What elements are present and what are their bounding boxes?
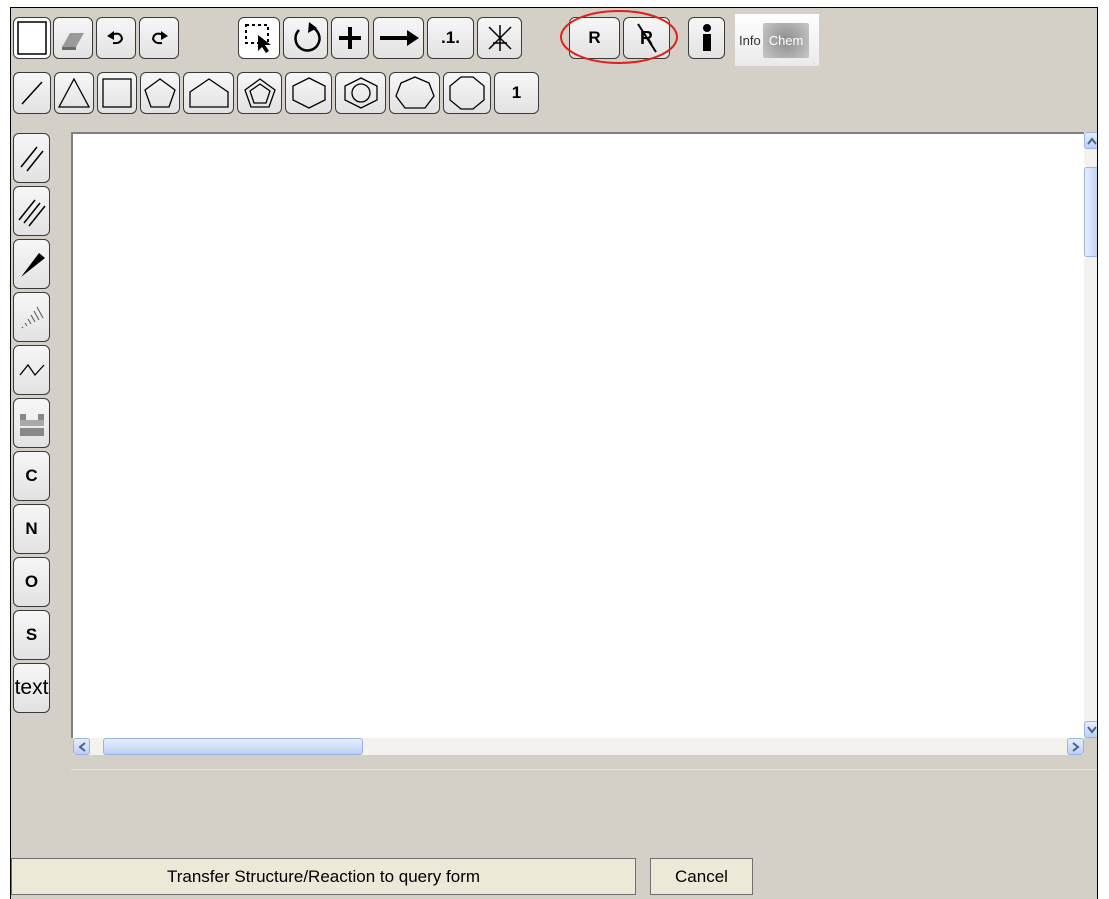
info-icon [702,24,711,51]
chain-icon [18,363,44,377]
redo-icon [151,31,168,45]
lasso-select-icon [245,24,271,53]
undo-icon [107,31,124,45]
hexagon-ring-icon [291,77,326,109]
atom-n-label: N [25,519,38,538]
ring-3-button[interactable] [54,72,94,114]
atom-o-label: O [24,572,39,591]
horizontal-scrollbar[interactable] [73,738,1084,755]
add-charge-button[interactable] [331,17,369,59]
infochem-logo: Info Chem [735,14,819,66]
lasso-select-button[interactable] [238,17,280,59]
template-icon [19,414,44,436]
canvas-bottom-edge [71,769,1097,770]
ring-5-aromatic-button[interactable] [237,72,282,114]
eraser-button[interactable] [53,17,93,59]
triple-bond-icon [17,199,46,227]
heptagon-ring-icon [394,76,435,109]
atom-map-label: .1. [441,28,460,47]
undo-button[interactable] [96,17,136,59]
vertical-scroll-thumb[interactable] [1084,167,1097,257]
octagon-ring-icon [449,76,485,110]
square-ring-icon [102,78,132,108]
ring-5-button[interactable] [140,72,180,114]
ring-5-open-button[interactable] [183,72,234,114]
rotate-button[interactable] [283,17,328,59]
redo-button[interactable] [139,17,179,59]
atom-c-label: C [25,466,38,485]
scroll-right-button[interactable] [1067,738,1084,755]
scroll-left-button[interactable] [73,738,90,755]
ring-count-label: 1 [511,83,522,102]
rotate-icon [293,22,321,52]
new-page-button[interactable] [13,17,51,59]
pentagon-ring-icon [144,78,176,108]
chevron-up-icon [1086,136,1097,145]
chevron-down-icon [1086,725,1097,734]
wedge-bond-button[interactable] [13,239,50,289]
plus-icon [339,27,361,49]
atom-c-button[interactable]: C [13,451,50,501]
transfer-button-label: Transfer Structure/Reaction to query for… [166,866,481,886]
text-button[interactable]: text [13,663,50,713]
hashed-bond-icon [21,306,43,329]
atom-o-button[interactable]: O [13,557,50,607]
logo-text-info: Info [739,32,761,48]
chain-button[interactable] [13,345,50,395]
scroll-up-button[interactable] [1084,132,1097,149]
pentagon-open-ring-icon [188,78,229,108]
single-bond-icon [21,81,43,105]
scroll-down-button[interactable] [1084,721,1097,738]
atom-n-button[interactable]: N [13,504,50,554]
aromatic-pentagon-icon [243,78,276,108]
scrollbar-corner [1084,738,1097,755]
structure-editor-window: .1. R R Info Chem [0,0,1109,899]
wedge-bond-icon [20,253,45,277]
remove-atom-map-button[interactable] [477,17,522,59]
atom-s-button[interactable]: S [13,610,50,660]
highlight-ellipse [560,10,678,64]
cancel-button[interactable]: Cancel [650,858,753,895]
transfer-button[interactable]: Transfer Structure/Reaction to query for… [11,858,636,895]
triple-bond-button[interactable] [13,186,50,236]
hashed-bond-button[interactable] [13,292,50,342]
double-bond-button[interactable] [13,133,50,183]
eraser-icon [62,33,84,50]
double-bond-icon [19,146,44,172]
atom-s-label: S [25,625,38,644]
text-tool-label: text [14,676,49,699]
reaction-arrow-button[interactable] [373,17,424,59]
blank-page-icon [17,21,47,55]
triangle-ring-icon [57,77,91,108]
ring-8-button[interactable] [443,72,491,114]
drawing-canvas[interactable] [71,132,1084,738]
chevron-left-icon [77,741,86,752]
ring-7-button[interactable] [389,72,440,114]
ring-4-button[interactable] [97,72,137,114]
vertical-scrollbar[interactable] [1084,132,1097,738]
reaction-arrow-icon [379,30,419,46]
cancel-button-label: Cancel [675,866,728,886]
editor-frame: .1. R R Info Chem [10,7,1098,899]
single-bond-button[interactable] [13,72,51,114]
crossed-atom-icon [487,25,512,51]
horizontal-scroll-thumb[interactable] [103,738,363,755]
template-button[interactable] [13,398,50,448]
chevron-right-icon [1071,741,1080,752]
info-button[interactable] [688,17,725,59]
logo-text-chem: Chem [762,22,810,58]
benzene-icon [343,77,378,109]
atom-map-button[interactable]: .1. [427,17,474,59]
ring-6-button[interactable] [285,72,332,114]
ring-count-button[interactable]: 1 [494,72,539,114]
benzene-button[interactable] [335,72,386,114]
